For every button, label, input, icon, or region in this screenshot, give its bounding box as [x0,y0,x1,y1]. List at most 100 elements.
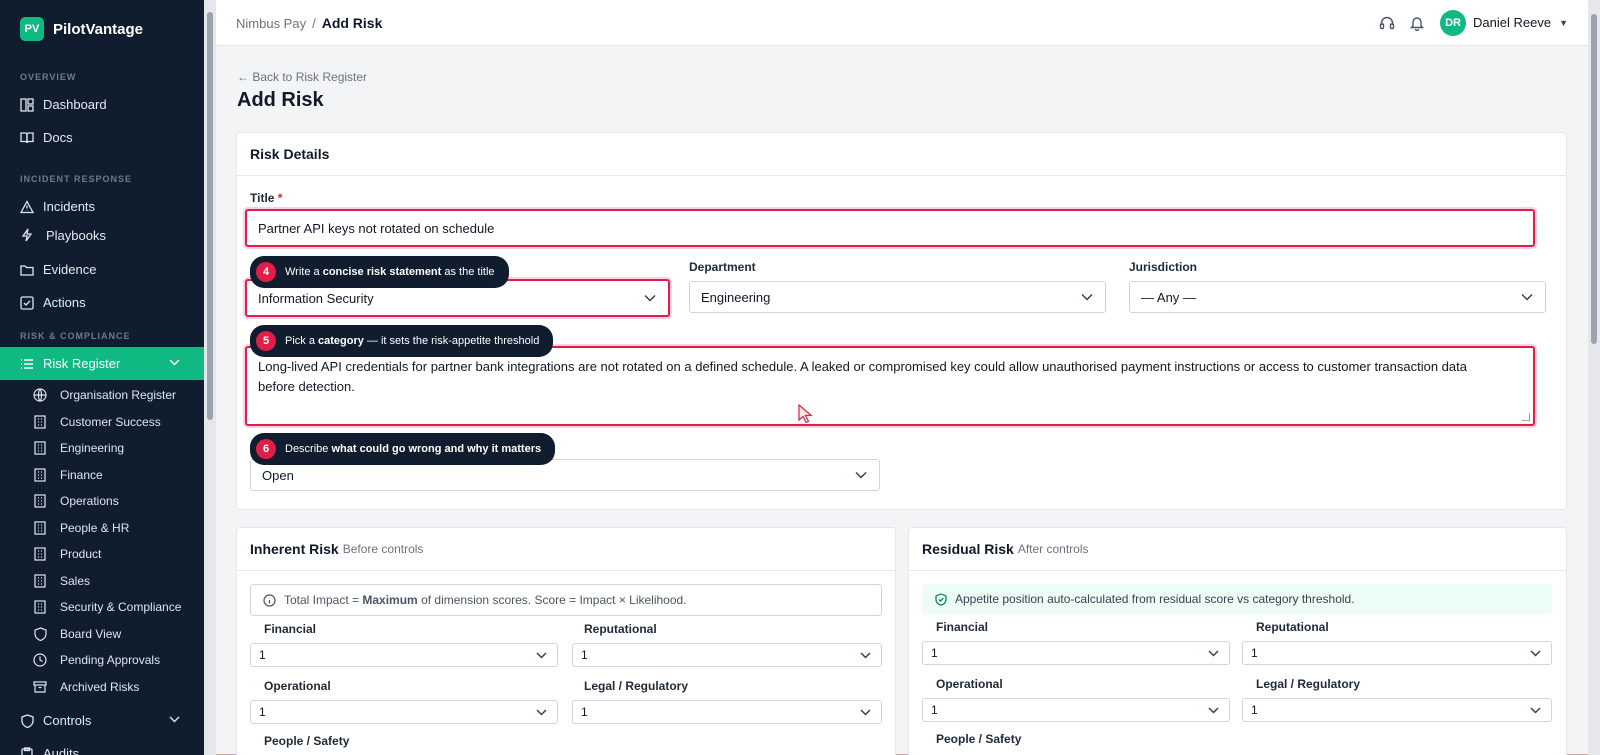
chevron-down-icon [536,651,547,659]
select-value: 1 [259,705,266,719]
department-select[interactable]: Engineering [689,281,1106,313]
info-text-pre: Total Impact = [284,593,363,607]
jurisdiction-select[interactable]: — Any — [1129,281,1546,313]
building-icon [33,574,47,588]
building-icon [33,468,47,482]
sidebar-subitem-label: Board View [60,626,122,641]
sidebar-subitem-people-hr[interactable]: People & HR [0,515,204,542]
sidebar-subitem-label: Pending Approvals [60,653,161,668]
main-scrollbar[interactable] [1588,0,1600,755]
topbar: Nimbus Pay / Add Risk DR Daniel Reeve ▼ [216,0,1588,46]
sidebar-subitem-product[interactable]: Product [0,541,204,568]
guide-tooltip-6: 6 Describe what could go wrong and why i… [250,433,556,465]
sidebar-item-label: Dashboard [43,97,107,112]
inherent-reputational-select[interactable]: 1 [572,643,882,667]
card-heading-subtitle: Before controls [342,542,424,556]
residual-legal-select[interactable]: 1 [1242,698,1552,722]
sidebar-item-evidence[interactable]: Evidence [0,253,204,286]
sidebar-item-label: Incidents [43,199,96,214]
sidebar-subitem-label: People & HR [60,520,130,535]
card-heading-subtitle: After controls [1017,542,1089,556]
headset-icon[interactable] [1378,14,1396,32]
info-text: Total Impact = Maximum of dimension scor… [284,593,687,607]
breadcrumb: Nimbus Pay / Add Risk [236,15,382,31]
required-marker: * [277,191,283,205]
info-text: Appetite position auto-calculated from r… [955,592,1355,606]
tooltip-text-pre: Describe [285,443,332,455]
step-number-badge: 5 [256,331,276,351]
category-select-value: Information Security [258,290,374,306]
building-icon [33,441,47,455]
select-value: 1 [581,705,588,719]
sidebar-subitem-label: Security & Compliance [60,600,182,615]
sidebar-subitem-engineering[interactable]: Engineering [0,435,204,462]
chevron-down-icon [855,471,867,479]
breadcrumb-parent[interactable]: Nimbus Pay [236,16,306,31]
inherent-operational-select[interactable]: 1 [250,700,558,724]
jurisdiction-label: Jurisdiction [1129,260,1198,274]
warning-icon [20,199,34,214]
inherent-reputational-label: Reputational [584,622,657,636]
inherent-financial-select[interactable]: 1 [250,643,558,667]
guide-tooltip-5: 5 Pick a category — it sets the risk-app… [250,325,554,357]
residual-operational-label: Operational [936,677,1003,691]
description-textarea[interactable]: Long-lived API credentials for partner b… [245,346,1535,426]
chevron-down-icon [860,651,871,659]
sidebar-scrollbar[interactable] [204,0,216,755]
sidebar-subitem-security-compliance[interactable]: Security & Compliance [0,594,204,621]
title-input[interactable]: Partner API keys not rotated on schedule [245,209,1535,247]
sidebar-item-dashboard[interactable]: Dashboard [0,88,204,121]
sidebar-scrollbar-thumb[interactable] [207,12,213,420]
card-heading: Inherent Risk Before controls [237,528,895,571]
sidebar-item-audits[interactable]: Audits [0,737,204,755]
sidebar-item-label: Playbooks [46,227,106,243]
sidebar-subitem-organisation-register[interactable]: Organisation Register [0,382,204,409]
book-icon [20,131,34,145]
user-name[interactable]: Daniel Reeve [1473,15,1551,30]
sidebar-item-label: Controls [43,713,92,728]
sidebar-item-incidents[interactable]: Incidents [0,190,204,223]
sidebar-item-controls[interactable]: Controls [0,704,204,737]
sidebar-subitem-label: Archived Risks [60,679,140,694]
residual-reputational-select[interactable]: 1 [1242,641,1552,665]
card-heading-title: Inherent Risk [250,541,339,557]
tooltip-text-post: — it sets the risk-appetite threshold [363,335,540,347]
tooltip-text-bold: category [318,335,364,347]
chevron-down-icon [1208,649,1219,657]
shield-check-icon [935,592,947,606]
sidebar-item-actions[interactable]: Actions [0,286,204,319]
residual-operational-select[interactable]: 1 [922,698,1230,722]
caret-down-icon[interactable]: ▼ [1559,18,1568,28]
chevron-down-icon [1530,706,1541,714]
sidebar-subitem-customer-success[interactable]: Customer Success [0,409,204,436]
sidebar-subitem-operations[interactable]: Operations [0,488,204,515]
sidebar-item-label: Risk Register [43,356,121,371]
sidebar-subitem-label: Operations [60,494,119,509]
checkbox-icon [20,295,34,310]
residual-financial-select[interactable]: 1 [922,641,1230,665]
sidebar-subitem-pending-approvals[interactable]: Pending Approvals [0,647,204,674]
main-scrollbar-thumb[interactable] [1591,14,1597,344]
avatar[interactable]: DR [1440,9,1467,36]
breadcrumb-current: Add Risk [321,14,383,31]
resize-handle[interactable] [1522,413,1530,421]
sidebar-item-playbooks[interactable]: Playbooks [0,223,204,247]
building-icon [33,415,47,429]
sidebar-subitem-finance[interactable]: Finance [0,462,204,489]
breadcrumb-separator: / [312,15,316,31]
residual-people-label: People / Safety [936,732,1022,746]
sidebar-item-docs[interactable]: Docs [0,121,204,154]
inherent-legal-select[interactable]: 1 [572,700,882,724]
topbar-actions: DR Daniel Reeve ▼ [1366,9,1568,36]
residual-reputational-label: Reputational [1256,620,1329,634]
risk-register-submenu: Organisation Register Customer Success E… [0,382,204,700]
title-label-text: Title [250,191,275,205]
sidebar-subitem-archived-risks[interactable]: Archived Risks [0,674,204,701]
sidebar-subitem-sales[interactable]: Sales [0,568,204,595]
chevron-down-icon [1208,706,1219,714]
sidebar-item-risk-register[interactable]: Risk Register [0,347,204,380]
sidebar-subitem-board-view[interactable]: Board View [0,621,204,648]
back-link[interactable]: ← Back to Risk Register [237,70,367,84]
bell-icon[interactable] [1408,14,1426,32]
brand[interactable]: PV PilotVantage [0,0,204,58]
